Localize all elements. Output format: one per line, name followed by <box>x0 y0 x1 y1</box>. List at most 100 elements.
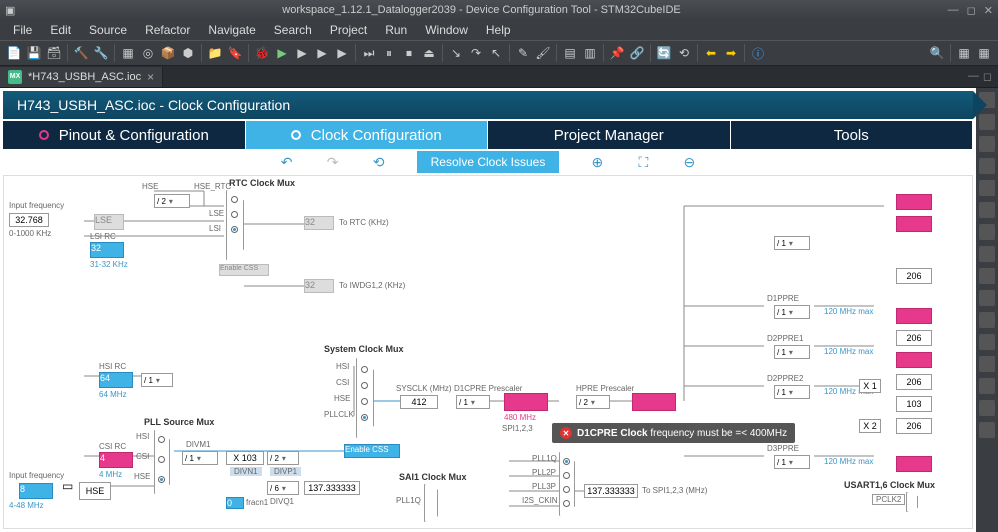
spi-mux-pll1q[interactable] <box>563 458 570 465</box>
menu-navigate[interactable]: Navigate <box>200 21 263 39</box>
sidebar-gdb-icon[interactable] <box>979 290 995 306</box>
folder-icon[interactable]: 📁 <box>206 44 224 62</box>
menu-file[interactable]: File <box>5 21 40 39</box>
tab-pinout[interactable]: Pinout & Configuration <box>3 121 246 149</box>
redo-icon[interactable]: ↷ <box>325 154 341 170</box>
tab-project[interactable]: Project Manager <box>488 121 731 149</box>
sidebar-swv-icon[interactable] <box>979 202 995 218</box>
hpre-select[interactable]: / 2 <box>576 395 610 409</box>
info-icon[interactable]: ⓘ <box>749 44 767 62</box>
sidebar-rtos-icon[interactable] <box>979 400 995 416</box>
cube-icon[interactable]: ⬢ <box>179 44 197 62</box>
sys-mux-hse[interactable] <box>361 398 368 405</box>
enable-css-rtc[interactable]: Enable CSS <box>219 264 269 276</box>
d1ppre-select[interactable]: / 1 <box>774 305 810 319</box>
sidebar-console-icon[interactable] <box>979 334 995 350</box>
terminate-icon[interactable]: ⏹ <box>400 44 418 62</box>
menu-search[interactable]: Search <box>266 21 320 39</box>
grid1-icon[interactable]: ▤ <box>561 44 579 62</box>
divq1-div6[interactable]: / 6 <box>267 481 299 495</box>
step-into-icon[interactable]: ↘ <box>447 44 465 62</box>
resolve-button[interactable]: Resolve Clock Issues <box>417 151 560 173</box>
rtc-mux-lsi[interactable] <box>231 226 238 233</box>
sidebar-problems-icon[interactable] <box>979 356 995 372</box>
pll-mux-csi[interactable] <box>158 456 165 463</box>
menu-project[interactable]: Project <box>322 21 375 39</box>
external-icon[interactable]: ▶ <box>333 44 351 62</box>
sync-icon[interactable]: ⟲ <box>675 44 693 62</box>
grid2-icon[interactable]: ▥ <box>581 44 599 62</box>
brush-icon[interactable]: 🖌 <box>534 44 552 62</box>
zoom-in-icon[interactable]: ⊕ <box>589 154 605 170</box>
pencil-icon[interactable]: ✎ <box>514 44 532 62</box>
skip-icon[interactable]: ⏭ <box>360 44 378 62</box>
profile-icon[interactable]: ▶ <box>293 44 311 62</box>
run-icon[interactable]: ▶ <box>273 44 291 62</box>
d3ppre-select[interactable]: / 1 <box>774 455 810 469</box>
suspend-icon[interactable]: ⏸ <box>380 44 398 62</box>
refresh-icon[interactable]: 🔄 <box>655 44 673 62</box>
link-icon[interactable]: 🔗 <box>628 44 646 62</box>
wrench-icon[interactable]: 🔧 <box>92 44 110 62</box>
sidebar-analyzer-icon[interactable] <box>979 180 995 196</box>
sidebar-mem-icon[interactable] <box>979 158 995 174</box>
lse-freq-input[interactable]: 32.768 <box>9 213 49 227</box>
perspective-icon[interactable]: ▦ <box>955 44 973 62</box>
spi-mux-pll3p[interactable] <box>563 486 570 493</box>
minimize-view-icon[interactable]: — <box>968 70 979 83</box>
menu-window[interactable]: Window <box>417 21 476 39</box>
pll-mux-hse[interactable] <box>158 476 165 483</box>
tab-close-icon[interactable]: × <box>147 70 154 84</box>
debug-icon[interactable]: 🐞 <box>253 44 271 62</box>
save-icon[interactable]: 💾 <box>25 44 43 62</box>
spi-mux-pll2p[interactable] <box>563 472 570 479</box>
hse-div2-select[interactable]: / 2 <box>154 194 190 208</box>
top-div-select[interactable]: / 1 <box>774 236 810 250</box>
fit-icon[interactable]: ⛶ <box>635 154 651 170</box>
minimize-icon[interactable]: — <box>948 4 959 17</box>
hse-val[interactable]: 8 <box>19 483 53 499</box>
d2ppre1-select[interactable]: / 1 <box>774 345 810 359</box>
sidebar-perf-icon[interactable] <box>979 312 995 328</box>
back-icon[interactable]: ⬅ <box>702 44 720 62</box>
sai1-mux[interactable] <box>424 484 438 522</box>
step-over-icon[interactable]: ↷ <box>467 44 485 62</box>
rtc-mux-hse[interactable] <box>231 196 238 203</box>
sys-mux-csi[interactable] <box>361 382 368 389</box>
sys-mux-pll[interactable] <box>361 414 368 421</box>
coverage-icon[interactable]: ▶ <box>313 44 331 62</box>
target-icon[interactable]: ◎ <box>139 44 157 62</box>
enable-css-sys[interactable]: Enable CSS <box>344 444 400 458</box>
tab-tools[interactable]: Tools <box>731 121 974 149</box>
sys-mux-hsi[interactable] <box>361 366 368 373</box>
pin-icon[interactable]: 📌 <box>608 44 626 62</box>
undo-icon[interactable]: ↶ <box>279 154 295 170</box>
fracn1-val[interactable]: 0 <box>226 497 244 509</box>
reset-icon[interactable]: ⟲ <box>371 154 387 170</box>
tab-clock[interactable]: Clock Configuration <box>246 121 489 149</box>
file-tab[interactable]: MX *H743_USBH_ASC.ioc × <box>0 67 163 87</box>
sidebar-stats-icon[interactable] <box>979 246 995 262</box>
package-icon[interactable]: 📦 <box>159 44 177 62</box>
forward-icon[interactable]: ➡ <box>722 44 740 62</box>
build-icon[interactable]: 🔨 <box>72 44 90 62</box>
divp1-div2[interactable]: / 2 <box>267 451 299 465</box>
sidebar-exec-icon[interactable] <box>979 378 995 394</box>
divm1-select[interactable]: / 1 <box>182 451 218 465</box>
sidebar-exc-icon[interactable] <box>979 268 995 284</box>
menu-run[interactable]: Run <box>377 21 415 39</box>
sidebar-tasks-icon[interactable] <box>979 136 995 152</box>
menu-source[interactable]: Source <box>81 21 135 39</box>
pll-mux-hsi[interactable] <box>158 436 165 443</box>
menu-edit[interactable]: Edit <box>42 21 79 39</box>
sidebar-open-icon[interactable] <box>979 422 995 438</box>
search-icon[interactable]: 🔍 <box>928 44 946 62</box>
bookmark-icon[interactable]: 🔖 <box>226 44 244 62</box>
spi-mux-i2s[interactable] <box>563 500 570 507</box>
sidebar-trace-icon[interactable] <box>979 224 995 240</box>
maximize-view-icon[interactable]: ◻ <box>983 70 992 83</box>
divn1-mult[interactable]: X 103 <box>226 451 264 465</box>
save-all-icon[interactable]: 🗃 <box>45 44 63 62</box>
step-return-icon[interactable]: ↖ <box>487 44 505 62</box>
chip-icon[interactable]: ▦ <box>119 44 137 62</box>
